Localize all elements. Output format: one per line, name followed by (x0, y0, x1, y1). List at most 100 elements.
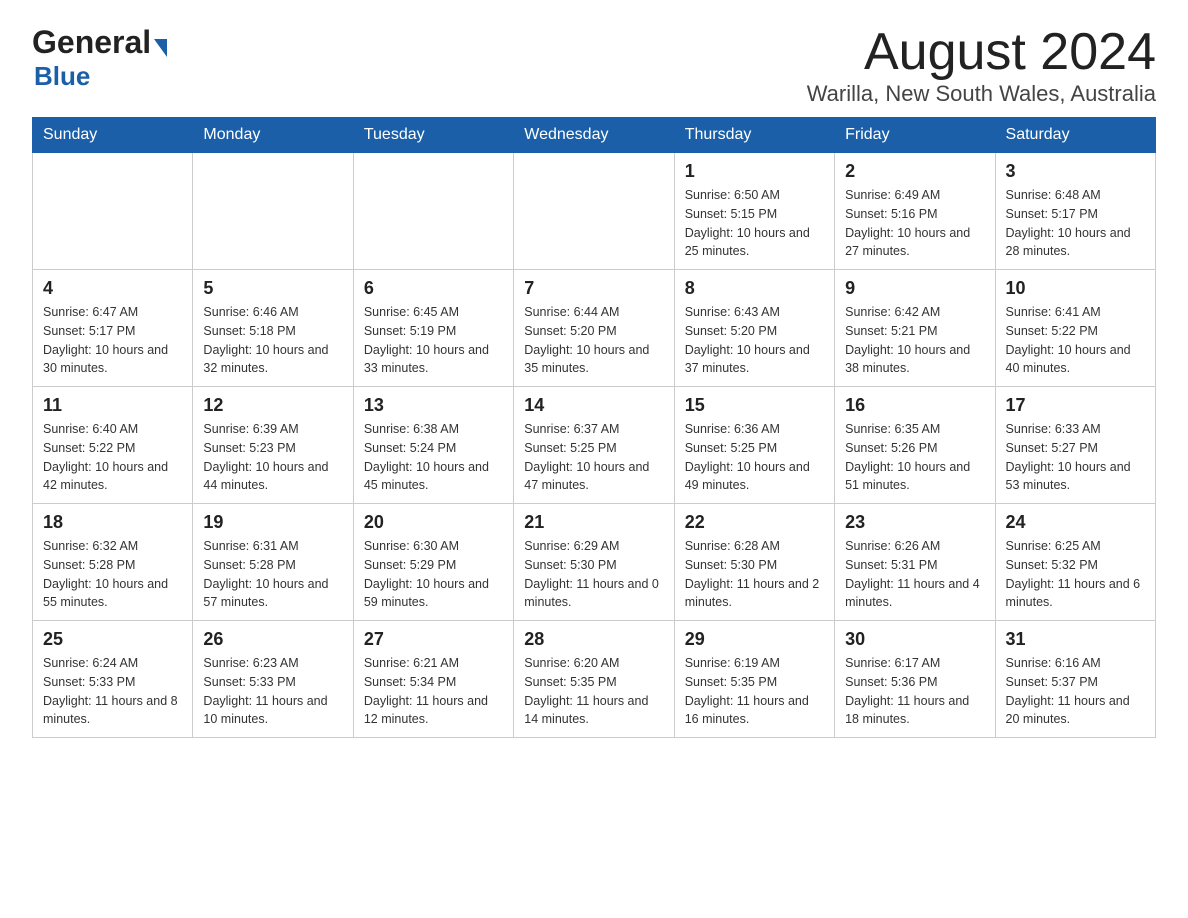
day-of-week-header: Monday (193, 118, 353, 153)
calendar-cell: 16 Sunrise: 6:35 AM Sunset: 5:26 PM Dayli… (835, 387, 995, 504)
day-info: Sunrise: 6:45 AM Sunset: 5:19 PM Dayligh… (364, 303, 503, 378)
calendar-cell: 19 Sunrise: 6:31 AM Sunset: 5:28 PM Dayli… (193, 504, 353, 621)
day-info: Sunrise: 6:24 AM Sunset: 5:33 PM Dayligh… (43, 654, 182, 729)
day-number: 4 (43, 278, 182, 299)
day-info: Sunrise: 6:17 AM Sunset: 5:36 PM Dayligh… (845, 654, 984, 729)
calendar-cell: 3 Sunrise: 6:48 AM Sunset: 5:17 PM Daylig… (995, 153, 1155, 270)
day-number: 27 (364, 629, 503, 650)
day-number: 10 (1006, 278, 1145, 299)
calendar-table: SundayMondayTuesdayWednesdayThursdayFrid… (32, 117, 1156, 738)
day-info: Sunrise: 6:26 AM Sunset: 5:31 PM Dayligh… (845, 537, 984, 612)
calendar-cell: 28 Sunrise: 6:20 AM Sunset: 5:35 PM Dayli… (514, 621, 674, 738)
day-info: Sunrise: 6:33 AM Sunset: 5:27 PM Dayligh… (1006, 420, 1145, 495)
calendar-cell (514, 153, 674, 270)
calendar-cell: 13 Sunrise: 6:38 AM Sunset: 5:24 PM Dayli… (353, 387, 513, 504)
day-info: Sunrise: 6:21 AM Sunset: 5:34 PM Dayligh… (364, 654, 503, 729)
day-info: Sunrise: 6:20 AM Sunset: 5:35 PM Dayligh… (524, 654, 663, 729)
calendar-cell: 11 Sunrise: 6:40 AM Sunset: 5:22 PM Dayli… (33, 387, 193, 504)
day-number: 11 (43, 395, 182, 416)
calendar-cell: 12 Sunrise: 6:39 AM Sunset: 5:23 PM Dayli… (193, 387, 353, 504)
day-of-week-header: Thursday (674, 118, 834, 153)
day-number: 30 (845, 629, 984, 650)
day-number: 15 (685, 395, 824, 416)
calendar-cell: 24Sunrise: 6:25 AM Sunset: 5:32 PM Dayli… (995, 504, 1155, 621)
day-info: Sunrise: 6:30 AM Sunset: 5:29 PM Dayligh… (364, 537, 503, 612)
day-info: Sunrise: 6:35 AM Sunset: 5:26 PM Dayligh… (845, 420, 984, 495)
page-header: General Blue August 2024 Warilla, New So… (32, 24, 1156, 107)
day-number: 5 (203, 278, 342, 299)
day-number: 24 (1006, 512, 1145, 533)
day-number: 7 (524, 278, 663, 299)
calendar-week-row: 4 Sunrise: 6:47 AM Sunset: 5:17 PM Daylig… (33, 270, 1156, 387)
calendar-cell: 22 Sunrise: 6:28 AM Sunset: 5:30 PM Dayli… (674, 504, 834, 621)
day-number: 13 (364, 395, 503, 416)
day-number: 12 (203, 395, 342, 416)
day-info: Sunrise: 6:32 AM Sunset: 5:28 PM Dayligh… (43, 537, 182, 612)
day-number: 21 (524, 512, 663, 533)
day-number: 8 (685, 278, 824, 299)
day-of-week-header: Sunday (33, 118, 193, 153)
day-info: Sunrise: 6:43 AM Sunset: 5:20 PM Dayligh… (685, 303, 824, 378)
day-number: 14 (524, 395, 663, 416)
calendar-cell (193, 153, 353, 270)
day-info: Sunrise: 6:50 AM Sunset: 5:15 PM Dayligh… (685, 186, 824, 261)
day-info: Sunrise: 6:19 AM Sunset: 5:35 PM Dayligh… (685, 654, 824, 729)
calendar-cell: 29 Sunrise: 6:19 AM Sunset: 5:35 PM Dayli… (674, 621, 834, 738)
day-number: 2 (845, 161, 984, 182)
calendar-cell: 25 Sunrise: 6:24 AM Sunset: 5:33 PM Dayli… (33, 621, 193, 738)
calendar-cell: 31Sunrise: 6:16 AM Sunset: 5:37 PM Dayli… (995, 621, 1155, 738)
calendar-week-row: 11 Sunrise: 6:40 AM Sunset: 5:22 PM Dayli… (33, 387, 1156, 504)
calendar-cell: 14 Sunrise: 6:37 AM Sunset: 5:25 PM Dayli… (514, 387, 674, 504)
month-title: August 2024 (807, 24, 1156, 81)
day-number: 28 (524, 629, 663, 650)
day-number: 17 (1006, 395, 1145, 416)
logo-arrow-icon (154, 39, 167, 57)
calendar-cell: 5 Sunrise: 6:46 AM Sunset: 5:18 PM Daylig… (193, 270, 353, 387)
calendar-cell: 10 Sunrise: 6:41 AM Sunset: 5:22 PM Dayli… (995, 270, 1155, 387)
day-info: Sunrise: 6:41 AM Sunset: 5:22 PM Dayligh… (1006, 303, 1145, 378)
day-info: Sunrise: 6:39 AM Sunset: 5:23 PM Dayligh… (203, 420, 342, 495)
day-number: 31 (1006, 629, 1145, 650)
day-number: 26 (203, 629, 342, 650)
calendar-cell: 2Sunrise: 6:49 AM Sunset: 5:16 PM Daylig… (835, 153, 995, 270)
day-info: Sunrise: 6:40 AM Sunset: 5:22 PM Dayligh… (43, 420, 182, 495)
day-of-week-header: Saturday (995, 118, 1155, 153)
day-info: Sunrise: 6:46 AM Sunset: 5:18 PM Dayligh… (203, 303, 342, 378)
calendar-cell: 18Sunrise: 6:32 AM Sunset: 5:28 PM Dayli… (33, 504, 193, 621)
day-number: 6 (364, 278, 503, 299)
day-info: Sunrise: 6:38 AM Sunset: 5:24 PM Dayligh… (364, 420, 503, 495)
calendar-cell: 23 Sunrise: 6:26 AM Sunset: 5:31 PM Dayli… (835, 504, 995, 621)
day-info: Sunrise: 6:37 AM Sunset: 5:25 PM Dayligh… (524, 420, 663, 495)
day-number: 1 (685, 161, 824, 182)
day-number: 20 (364, 512, 503, 533)
calendar-cell: 27 Sunrise: 6:21 AM Sunset: 5:34 PM Dayli… (353, 621, 513, 738)
calendar-cell (33, 153, 193, 270)
calendar-cell (353, 153, 513, 270)
calendar-cell: 26 Sunrise: 6:23 AM Sunset: 5:33 PM Dayli… (193, 621, 353, 738)
calendar-week-row: 1 Sunrise: 6:50 AM Sunset: 5:15 PM Daylig… (33, 153, 1156, 270)
day-info: Sunrise: 6:23 AM Sunset: 5:33 PM Dayligh… (203, 654, 342, 729)
day-number: 3 (1006, 161, 1145, 182)
day-number: 25 (43, 629, 182, 650)
day-number: 29 (685, 629, 824, 650)
day-info: Sunrise: 6:29 AM Sunset: 5:30 PM Dayligh… (524, 537, 663, 612)
calendar-week-row: 18Sunrise: 6:32 AM Sunset: 5:28 PM Dayli… (33, 504, 1156, 621)
day-of-week-header: Friday (835, 118, 995, 153)
location-subtitle: Warilla, New South Wales, Australia (807, 81, 1156, 107)
day-number: 22 (685, 512, 824, 533)
day-info: Sunrise: 6:48 AM Sunset: 5:17 PM Dayligh… (1006, 186, 1145, 261)
logo: General Blue (32, 24, 167, 92)
calendar-week-row: 25 Sunrise: 6:24 AM Sunset: 5:33 PM Dayli… (33, 621, 1156, 738)
day-info: Sunrise: 6:31 AM Sunset: 5:28 PM Dayligh… (203, 537, 342, 612)
day-info: Sunrise: 6:36 AM Sunset: 5:25 PM Dayligh… (685, 420, 824, 495)
day-number: 19 (203, 512, 342, 533)
day-of-week-header: Tuesday (353, 118, 513, 153)
day-number: 16 (845, 395, 984, 416)
calendar-cell: 17 Sunrise: 6:33 AM Sunset: 5:27 PM Dayli… (995, 387, 1155, 504)
logo-general-text: General (32, 24, 151, 61)
day-info: Sunrise: 6:47 AM Sunset: 5:17 PM Dayligh… (43, 303, 182, 378)
day-number: 23 (845, 512, 984, 533)
day-info: Sunrise: 6:42 AM Sunset: 5:21 PM Dayligh… (845, 303, 984, 378)
day-info: Sunrise: 6:28 AM Sunset: 5:30 PM Dayligh… (685, 537, 824, 612)
logo-blue-text: Blue (34, 61, 90, 91)
